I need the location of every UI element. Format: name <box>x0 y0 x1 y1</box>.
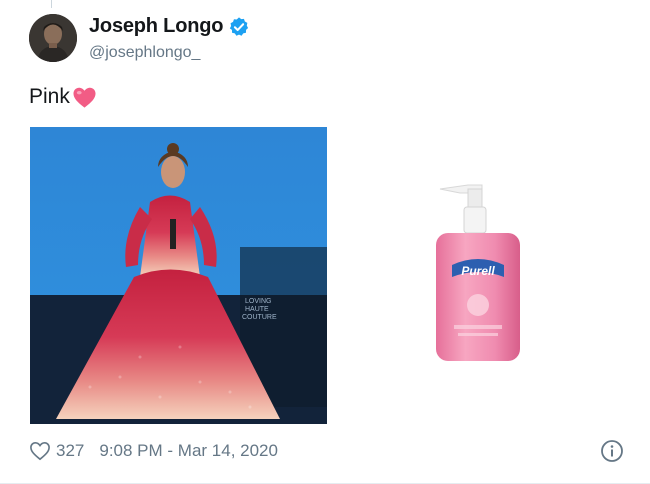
svg-text:HAUTE: HAUTE <box>245 306 269 313</box>
tweet-text: Pink <box>29 85 97 109</box>
like-button[interactable]: 327 <box>29 441 84 461</box>
tweet-text-content: Pink <box>29 85 70 108</box>
photo-1-image: LOVING HAUTE COUTURE <box>30 127 327 424</box>
media-photo-1[interactable]: LOVING HAUTE COUTURE <box>30 127 327 424</box>
author-names: Joseph Longo @josephlongo_ <box>89 15 250 62</box>
verified-badge-icon <box>230 16 249 36</box>
tweet-header: Joseph Longo @josephlongo_ <box>29 14 250 62</box>
name-row: Joseph Longo <box>89 15 250 39</box>
media-photo-2[interactable]: Purell <box>340 127 637 424</box>
tweet-footer: 327 9:08 PM - Mar 14, 2020 <box>29 437 630 465</box>
like-count: 327 <box>56 441 85 460</box>
author-display-name[interactable]: Joseph Longo <box>89 15 223 38</box>
info-icon[interactable] <box>600 439 624 463</box>
pink-heart-emoji-icon <box>73 87 96 108</box>
photo-watermark: LOVING <box>245 298 271 305</box>
photo-2-image: Purell <box>436 184 520 361</box>
thread-line <box>51 0 52 8</box>
bottle-brand-text: Purell <box>461 264 495 278</box>
svg-text:COUTURE: COUTURE <box>242 314 277 321</box>
tweet-card: Joseph Longo @josephlongo_ Pink LOVING H… <box>0 0 650 484</box>
avatar[interactable] <box>29 14 77 62</box>
avatar-image <box>29 14 77 62</box>
author-handle[interactable]: @josephlongo_ <box>89 44 250 62</box>
heart-outline-icon <box>30 441 50 461</box>
tweet-timestamp[interactable]: 9:08 PM - Mar 14, 2020 <box>99 441 278 461</box>
